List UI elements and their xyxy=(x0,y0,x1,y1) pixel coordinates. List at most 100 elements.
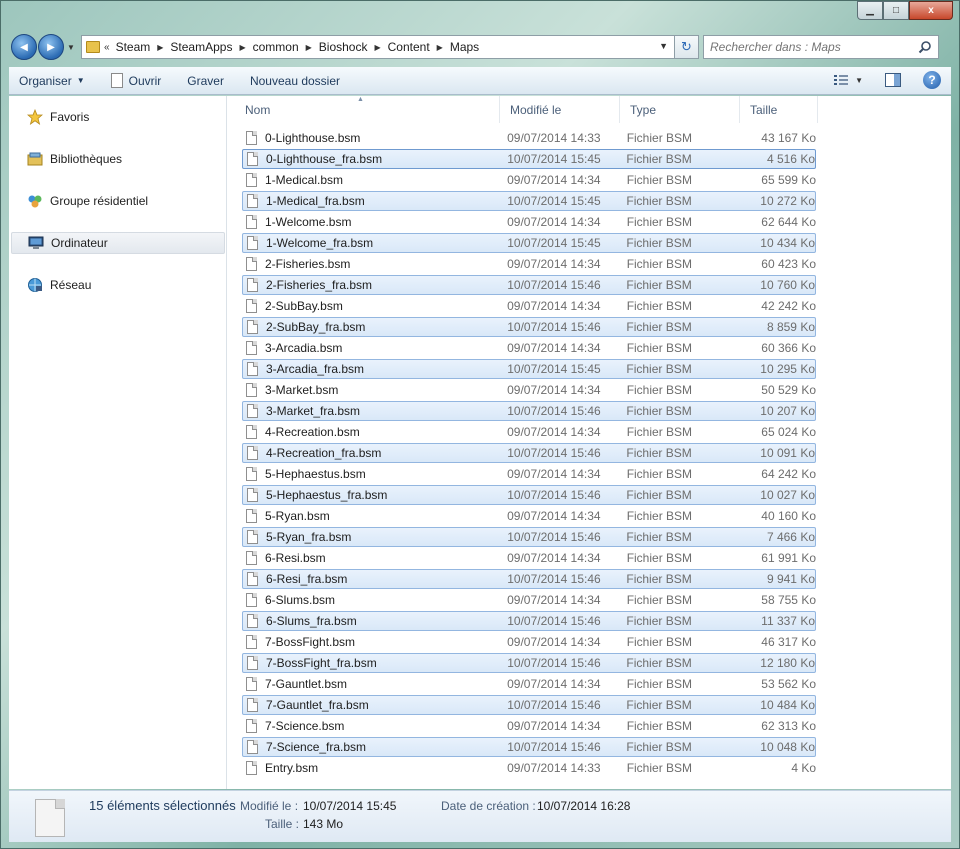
address-dropdown-icon[interactable]: ▼ xyxy=(659,41,668,51)
breadcrumb-bioshock[interactable]: Bioshock xyxy=(319,40,368,54)
file-row[interactable]: 7-Science_fra.bsm 10/07/2014 15:46 Fichier… xyxy=(242,737,816,757)
file-type: Fichier BSM xyxy=(626,530,692,544)
sidebar-item-label: Réseau xyxy=(50,278,92,292)
file-row[interactable]: 0-Lighthouse.bsm 09/07/2014 14:33 Fichier … xyxy=(242,128,816,148)
file-row[interactable]: 2-SubBay_fra.bsm 10/07/2014 15:46 Fichier … xyxy=(242,317,816,337)
refresh-button[interactable]: ↻ xyxy=(675,35,699,59)
sidebar-item-network[interactable]: Réseau xyxy=(11,274,225,296)
file-type: Fichier BSM xyxy=(626,362,692,376)
search-icon[interactable] xyxy=(918,40,932,54)
file-row[interactable]: 3-Arcadia.bsm 09/07/2014 14:34 Fichier BSM… xyxy=(242,338,816,358)
column-header-modified[interactable]: Modifié le xyxy=(500,96,620,123)
file-type: Fichier BSM xyxy=(626,131,693,145)
breadcrumb-arrow-icon[interactable]: ▶ xyxy=(437,43,443,52)
sidebar-item-homegroup[interactable]: Groupe résidentiel xyxy=(11,190,225,212)
recent-pages-dropdown[interactable]: ▼ xyxy=(65,43,77,52)
file-row[interactable]: 6-Resi_fra.bsm 10/07/2014 15:46 Fichier BS… xyxy=(242,569,816,589)
file-icon xyxy=(246,131,257,145)
breadcrumb-arrow-icon[interactable]: ▶ xyxy=(374,43,380,52)
column-header-size[interactable]: Taille xyxy=(740,96,818,123)
file-row[interactable]: 5-Ryan.bsm 09/07/2014 14:34 Fichier BSM 40 … xyxy=(242,506,816,526)
sidebar-item-favorites[interactable]: Favoris xyxy=(11,106,225,128)
file-row[interactable]: 7-BossFight.bsm 09/07/2014 14:34 Fichier B… xyxy=(242,632,816,652)
view-controls: ▼ ? xyxy=(833,71,941,89)
file-icon xyxy=(247,530,258,544)
file-type: Fichier BSM xyxy=(626,299,693,313)
file-modified: 10/07/2014 15:46 xyxy=(507,530,601,544)
file-name: 4-Recreation.bsm xyxy=(265,425,360,439)
file-row[interactable]: 2-Fisheries_fra.bsm 10/07/2014 15:46 Fichi… xyxy=(242,275,816,295)
help-icon[interactable]: ? xyxy=(923,71,941,89)
sidebar-item-computer[interactable]: Ordinateur xyxy=(11,232,225,254)
file-row[interactable]: 0-Lighthouse_fra.bsm 10/07/2014 15:45 Fich… xyxy=(242,149,816,169)
file-row[interactable]: 7-Gauntlet_fra.bsm 10/07/2014 15:46 Fichie… xyxy=(242,695,816,715)
file-row[interactable]: 5-Hephaestus_fra.bsm 10/07/2014 15:46 Fich… xyxy=(242,485,816,505)
maximize-button[interactable]: □ xyxy=(883,1,909,20)
minimize-button[interactable]: ▁ xyxy=(857,1,883,20)
size-label: Taille : xyxy=(265,817,300,831)
file-row[interactable]: 4-Recreation.bsm 09/07/2014 14:34 Fichier … xyxy=(242,422,816,442)
organize-button[interactable]: Organiser ▼ xyxy=(19,74,85,88)
command-bar: Organiser ▼ Ouvrir Graver Nouveau dossier… xyxy=(9,67,951,95)
file-row[interactable]: 5-Ryan_fra.bsm 10/07/2014 15:46 Fichier BS… xyxy=(242,527,816,547)
file-row[interactable]: 3-Market.bsm 09/07/2014 14:34 Fichier BSM 5… xyxy=(242,380,816,400)
file-type: Fichier BSM xyxy=(626,614,692,628)
file-list: Nom ▲ Modifié le Type Taille 0-Lighthouse… xyxy=(235,96,953,789)
breadcrumb-overflow[interactable]: « xyxy=(104,42,110,53)
breadcrumb-arrow-icon[interactable]: ▶ xyxy=(239,43,245,52)
file-type: Fichier BSM xyxy=(626,488,692,502)
burn-button[interactable]: Graver xyxy=(187,74,224,88)
file-row[interactable]: 2-Fisheries.bsm 09/07/2014 14:34 Fichier B… xyxy=(242,254,816,274)
sidebar-item-libraries[interactable]: Bibliothèques xyxy=(11,148,225,170)
file-row[interactable]: 1-Welcome_fra.bsm 10/07/2014 15:45 Fichier… xyxy=(242,233,816,253)
file-name: 7-Gauntlet_fra.bsm xyxy=(266,698,369,712)
close-button[interactable]: x xyxy=(909,1,953,20)
file-row[interactable]: 6-Slums_fra.bsm 10/07/2014 15:46 Fichier B… xyxy=(242,611,816,631)
file-row[interactable]: 7-Science.bsm 09/07/2014 14:34 Fichier BSM… xyxy=(242,716,816,736)
column-header-name[interactable]: Nom ▲ xyxy=(235,96,500,123)
forward-button[interactable]: ▶ xyxy=(38,34,64,60)
explorer-window: ▁ □ x ◀ ▶ ▼ « Steam ▶ SteamApps ▶ common… xyxy=(0,0,960,849)
back-button[interactable]: ◀ xyxy=(11,34,37,60)
file-name: 2-SubBay_fra.bsm xyxy=(266,320,366,334)
new-folder-button[interactable]: Nouveau dossier xyxy=(250,74,340,88)
file-type: Fichier BSM xyxy=(626,173,693,187)
file-icon xyxy=(247,194,258,208)
file-row[interactable]: 4-Recreation_fra.bsm 10/07/2014 15:46 Fich… xyxy=(242,443,816,463)
open-button[interactable]: Ouvrir xyxy=(110,73,161,88)
file-size: 10 207 Ko xyxy=(760,404,815,418)
file-row[interactable]: Entry.bsm 09/07/2014 14:33 Fichier BSM 4 Ko xyxy=(242,758,816,778)
view-options-dropdown[interactable]: ▼ xyxy=(855,76,863,85)
file-row[interactable]: 3-Market_fra.bsm 10/07/2014 15:46 Fichier … xyxy=(242,401,816,421)
file-row[interactable]: 2-SubBay.bsm 09/07/2014 14:34 Fichier BSM 4… xyxy=(242,296,816,316)
breadcrumb-steam[interactable]: Steam xyxy=(116,40,151,54)
column-headers: Nom ▲ Modifié le Type Taille xyxy=(235,96,818,123)
file-row[interactable]: 3-Arcadia_fra.bsm 10/07/2014 15:45 Fichier… xyxy=(242,359,816,379)
preview-pane-icon[interactable] xyxy=(885,73,901,87)
breadcrumb-maps[interactable]: Maps xyxy=(450,40,479,54)
file-modified: 09/07/2014 14:34 xyxy=(507,677,601,691)
file-row[interactable]: 6-Slums.bsm 09/07/2014 14:34 Fichier BSM 58… xyxy=(242,590,816,610)
breadcrumb-arrow-icon[interactable]: ▶ xyxy=(157,43,163,52)
breadcrumb-arrow-icon[interactable]: ▶ xyxy=(306,43,312,52)
address-bar[interactable]: « Steam ▶ SteamApps ▶ common ▶ Bioshock … xyxy=(81,35,675,59)
file-row[interactable]: 1-Medical.bsm 09/07/2014 14:34 Fichier BSM… xyxy=(242,170,816,190)
search-input[interactable] xyxy=(710,40,910,54)
file-row[interactable]: 7-Gauntlet.bsm 09/07/2014 14:34 Fichier BS… xyxy=(242,674,816,694)
column-header-type[interactable]: Type xyxy=(620,96,740,123)
navigation-pane: Favoris Bibliothèques Groupe résidentiel… xyxy=(9,96,227,789)
search-box[interactable] xyxy=(703,35,939,59)
file-row[interactable]: 1-Medical_fra.bsm 10/07/2014 15:45 Fichier… xyxy=(242,191,816,211)
file-row[interactable]: 5-Hephaestus.bsm 09/07/2014 14:34 Fichier … xyxy=(242,464,816,484)
file-row[interactable]: 7-BossFight_fra.bsm 10/07/2014 15:46 Fichi… xyxy=(242,653,816,673)
file-row[interactable]: 1-Welcome.bsm 09/07/2014 14:34 Fichier BSM… xyxy=(242,212,816,232)
breadcrumb-common[interactable]: common xyxy=(253,40,299,54)
file-type: Fichier BSM xyxy=(626,572,692,586)
breadcrumb-content[interactable]: Content xyxy=(388,40,430,54)
file-size: 65 599 Ko xyxy=(761,173,816,187)
file-row[interactable]: 6-Resi.bsm 09/07/2014 14:34 Fichier BSM 61 … xyxy=(242,548,816,568)
breadcrumb-steamapps[interactable]: SteamApps xyxy=(170,40,232,54)
file-modified: 10/07/2014 15:46 xyxy=(507,614,601,628)
change-view-icon[interactable] xyxy=(833,73,849,87)
file-type: Fichier BSM xyxy=(626,404,692,418)
